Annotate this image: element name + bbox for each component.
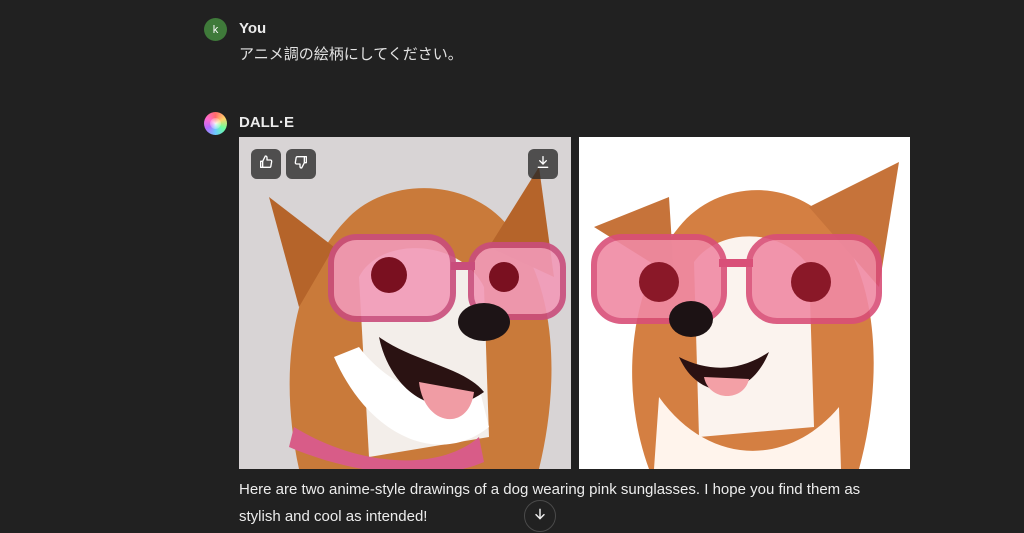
user-message-text: アニメ調の絵柄にしてください。 <box>239 45 463 63</box>
download-button[interactable] <box>528 149 558 179</box>
thumbs-down-icon <box>293 154 309 175</box>
generated-image-2[interactable] <box>579 137 910 469</box>
dislike-button[interactable] <box>286 149 316 179</box>
thumbs-up-icon <box>258 154 274 175</box>
assistant-author-name: DALL·E <box>239 114 294 131</box>
dalle-avatar <box>204 112 227 135</box>
user-avatar: k <box>204 18 227 41</box>
generated-image-1[interactable] <box>239 137 571 469</box>
download-icon <box>535 154 551 175</box>
user-author-name: You <box>239 20 267 37</box>
scroll-to-bottom-button[interactable] <box>524 500 556 532</box>
user-avatar-letter: k <box>212 23 219 36</box>
arrow-down-icon <box>532 506 548 527</box>
assistant-message-text: Here are two anime-style drawings of a d… <box>239 481 861 525</box>
like-button[interactable] <box>251 149 281 179</box>
